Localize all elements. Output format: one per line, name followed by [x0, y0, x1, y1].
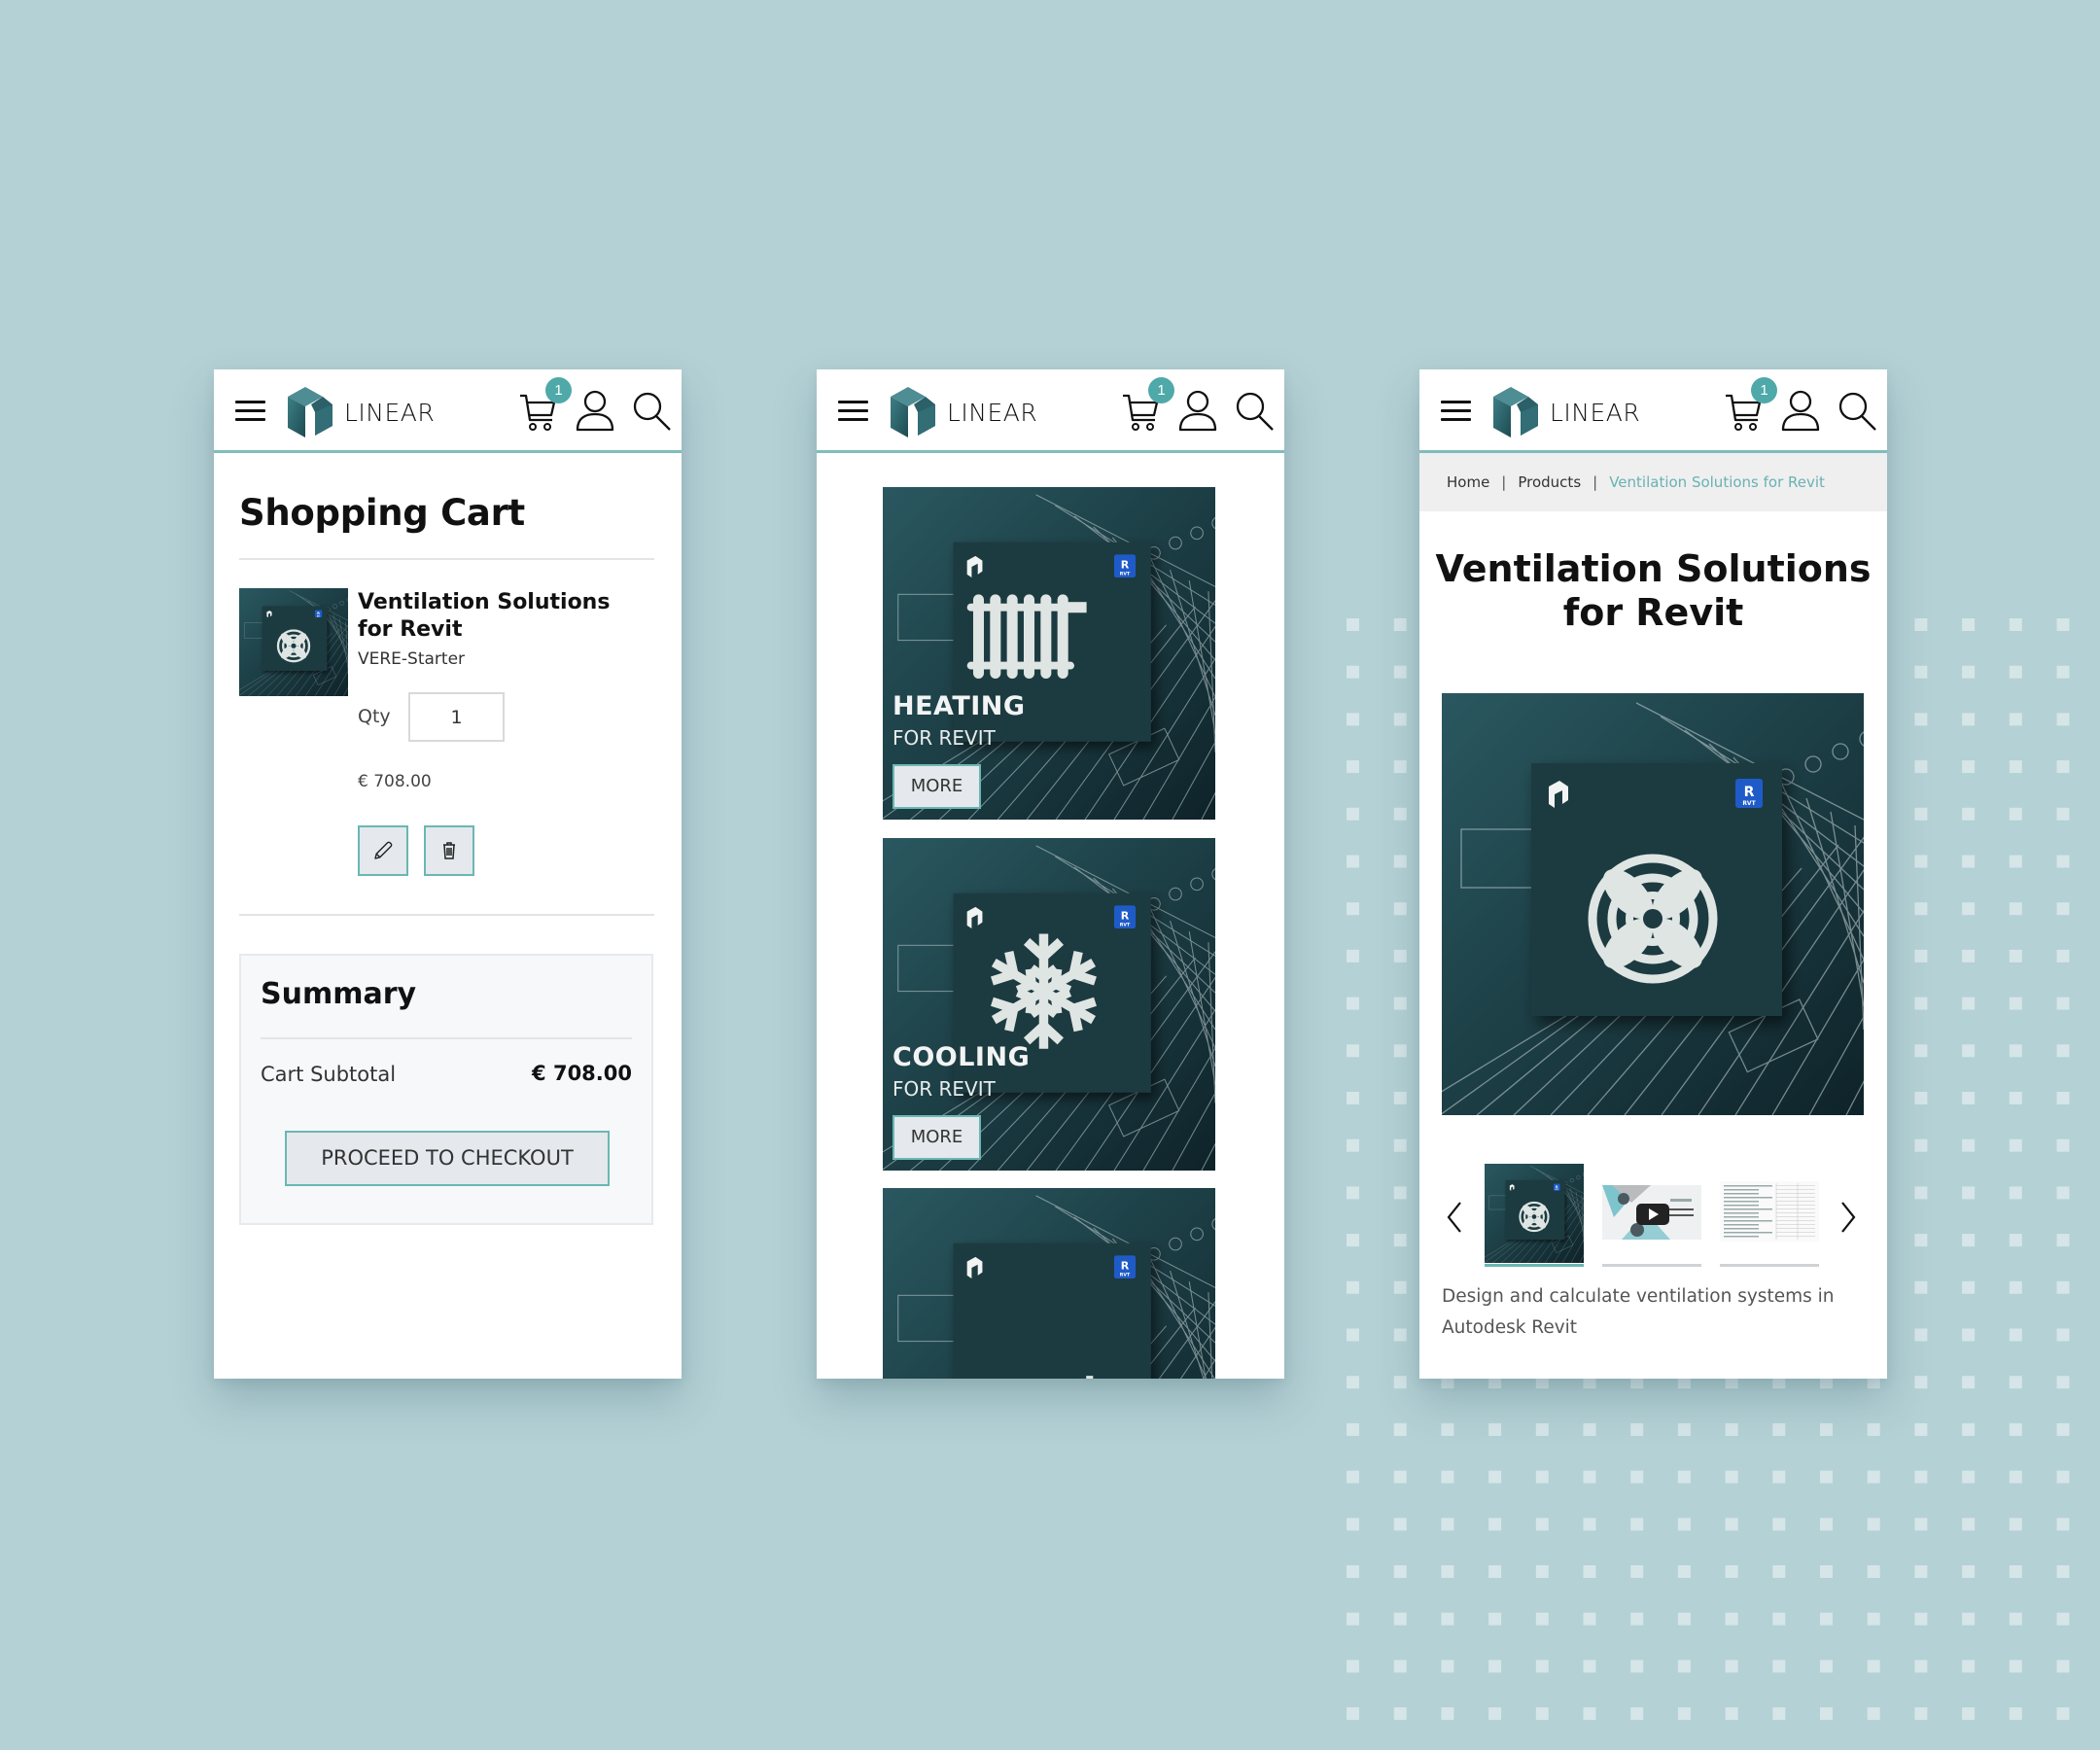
- breadcrumb-home[interactable]: Home: [1447, 473, 1489, 491]
- trash-icon: [443, 842, 455, 859]
- cart-item-sku: VERE-Starter: [358, 649, 466, 669]
- pencil-icon: [374, 841, 393, 859]
- subtotal-value: € 708.00: [532, 1062, 632, 1085]
- brand-name: LINEAR: [344, 398, 436, 427]
- site-header: LINEAR 1: [1419, 369, 1887, 453]
- menu-icon[interactable]: [1441, 401, 1471, 422]
- menu-icon[interactable]: [838, 401, 868, 422]
- edit-item-button[interactable]: [358, 825, 408, 876]
- summary-title: Summary: [261, 977, 417, 1011]
- breadcrumb-products[interactable]: Products: [1518, 473, 1581, 491]
- product-title-line2: for Revit: [1562, 591, 1744, 634]
- svg-text:R: R: [1121, 910, 1130, 923]
- breadcrumb-separator: |: [1592, 473, 1598, 491]
- tile-subtitle: FOR REVIT: [892, 1077, 996, 1101]
- breadcrumb: Home | Products | Ventilation Solutions …: [1419, 453, 1887, 511]
- site-header: LINEAR 1: [817, 369, 1284, 453]
- user-icon: [1781, 390, 1820, 432]
- brand-name: LINEAR: [1550, 398, 1641, 427]
- divider: [261, 1037, 632, 1039]
- feature-table-thumbnail-icon: [1720, 1181, 1819, 1267]
- svg-text:RVT: RVT: [1120, 572, 1131, 578]
- cart-button[interactable]: 1: [518, 377, 572, 434]
- delete-item-button[interactable]: [424, 825, 474, 876]
- product-tile-heating[interactable]: R RVT HEATING FOR REVIT MORE: [883, 487, 1215, 820]
- divider: [239, 914, 654, 916]
- svg-text:R: R: [317, 612, 320, 615]
- cart-count-badge: 1: [545, 377, 572, 403]
- product-main-image[interactable]: R RVT: [1442, 693, 1864, 1115]
- account-button[interactable]: [1780, 387, 1821, 434]
- page-title: Shopping Cart: [239, 492, 525, 534]
- hvac-product-image: R RVT: [883, 1188, 1215, 1379]
- search-icon: [1838, 392, 1876, 431]
- qty-label: Qty: [358, 706, 391, 727]
- thumbnail-video[interactable]: [1602, 1164, 1701, 1267]
- proceed-to-checkout-button[interactable]: PROCEED TO CHECKOUT: [285, 1131, 610, 1186]
- svg-text:R: R: [1121, 1260, 1130, 1273]
- search-icon: [1236, 392, 1274, 431]
- carousel-next-arrow-icon[interactable]: [1838, 1200, 1859, 1235]
- svg-text:RVT: RVT: [1120, 1273, 1131, 1278]
- divider: [239, 558, 654, 560]
- product-tile-cooling[interactable]: R RVT COOLING FOR REVIT MORE: [883, 838, 1215, 1171]
- product-list-screen: LINEAR 1 R RVT HEATING FOR REVIT MORE R …: [817, 369, 1284, 1379]
- menu-icon[interactable]: [235, 401, 265, 422]
- svg-text:RVT: RVT: [1742, 800, 1756, 807]
- breadcrumb-current: Ventilation Solutions for Revit: [1609, 473, 1825, 491]
- product-title: Ventilation Solutions for Revit: [1419, 547, 1887, 635]
- user-icon: [576, 390, 614, 432]
- thumbnail-image[interactable]: R RVT: [1475, 1161, 1639, 1267]
- cart-button[interactable]: 1: [1121, 377, 1174, 434]
- search-icon: [633, 392, 671, 431]
- site-header: LINEAR 1: [214, 369, 682, 453]
- brand-logo[interactable]: LINEAR: [889, 385, 1037, 439]
- carousel-prev-arrow-icon[interactable]: [1444, 1200, 1465, 1235]
- cart-count-badge: 1: [1751, 377, 1777, 403]
- cart-button[interactable]: 1: [1724, 377, 1777, 434]
- logo-icon: [1493, 387, 1538, 438]
- svg-text:RVT: RVT: [1120, 923, 1131, 928]
- tile-title: HEATING: [892, 691, 1026, 721]
- cart-item-thumbnail[interactable]: R RVT: [239, 588, 348, 696]
- more-button[interactable]: MORE: [892, 764, 981, 809]
- brand-name: LINEAR: [947, 398, 1038, 427]
- logo-icon: [891, 387, 935, 438]
- product-title-line1: Ventilation Solutions: [1435, 547, 1872, 590]
- cart-item-price: € 708.00: [358, 772, 432, 791]
- search-button[interactable]: [1837, 387, 1877, 434]
- more-button[interactable]: MORE: [892, 1115, 981, 1160]
- product-description: Design and calculate ventilation systems…: [1442, 1286, 1835, 1338]
- brand-logo[interactable]: LINEAR: [286, 385, 435, 439]
- account-button[interactable]: [575, 387, 615, 434]
- brand-logo[interactable]: LINEAR: [1491, 385, 1640, 439]
- cart-count-badge: 1: [1148, 377, 1174, 403]
- account-button[interactable]: [1177, 387, 1218, 434]
- tile-title: COOLING: [892, 1042, 1031, 1072]
- user-icon: [1178, 390, 1217, 432]
- search-button[interactable]: [631, 387, 672, 434]
- logo-icon: [288, 387, 332, 438]
- svg-text:R: R: [1121, 559, 1130, 572]
- qty-input[interactable]: [408, 692, 505, 742]
- thumbnail-table[interactable]: [1720, 1164, 1819, 1267]
- product-detail-screen: LINEAR 1 Home | Products | Ventilation S…: [1419, 369, 1887, 1379]
- order-summary: Summary Cart Subtotal € 708.00 PROCEED T…: [239, 954, 653, 1225]
- svg-text:R: R: [1744, 785, 1755, 800]
- breadcrumb-separator: |: [1501, 473, 1507, 491]
- subtotal-label: Cart Subtotal: [261, 1063, 397, 1086]
- cart-item-name[interactable]: Ventilation Solutions for Revit: [358, 589, 649, 644]
- search-button[interactable]: [1234, 387, 1275, 434]
- product-tile-hvac[interactable]: R RVT: [883, 1188, 1215, 1379]
- tile-subtitle: FOR REVIT: [892, 726, 996, 750]
- shopping-cart-screen: LINEAR 1 Shopping Cart R RVT Ventilation…: [214, 369, 682, 1379]
- video-thumbnail-icon: [1602, 1185, 1701, 1267]
